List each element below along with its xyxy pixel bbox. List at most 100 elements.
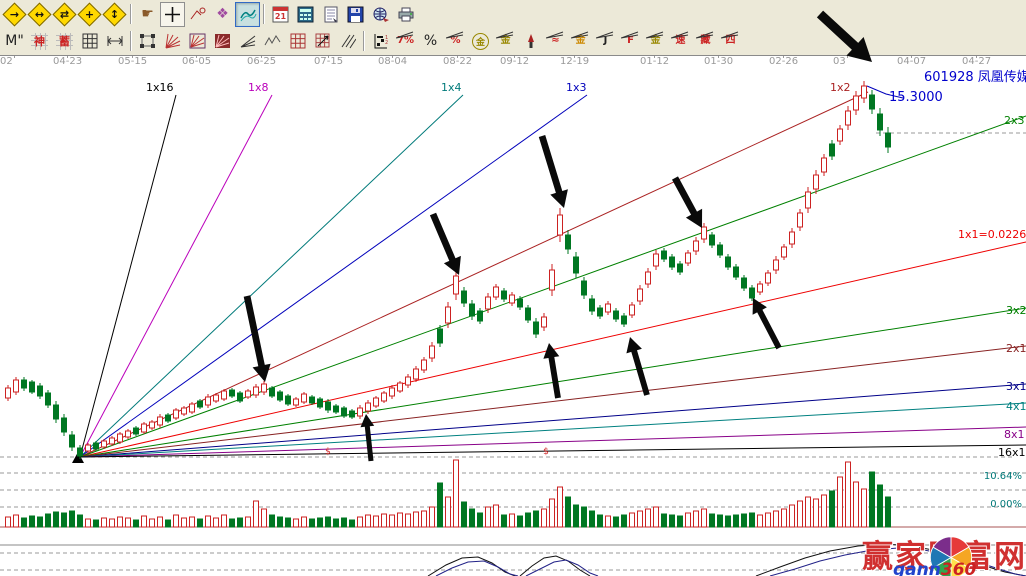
candlestick[interactable] — [414, 369, 419, 379]
volume-bar[interactable] — [310, 519, 315, 527]
volume-bar[interactable] — [222, 515, 227, 527]
candlestick[interactable] — [206, 397, 211, 405]
golden-circle-tool-icon[interactable]: 金 — [468, 29, 493, 54]
volume-bar[interactable] — [830, 491, 835, 527]
candlestick[interactable] — [334, 406, 339, 412]
candlestick[interactable] — [494, 287, 499, 297]
candlestick[interactable] — [390, 388, 395, 396]
volume-bar[interactable] — [854, 482, 859, 527]
volume-bar[interactable] — [790, 505, 795, 527]
volume-bar[interactable] — [182, 518, 187, 527]
volume-bar[interactable] — [718, 515, 723, 527]
candlestick[interactable] — [62, 418, 67, 432]
candlestick[interactable] — [70, 435, 75, 447]
volume-bar[interactable] — [526, 513, 531, 527]
percent-lines-tool-icon[interactable]: % — [443, 29, 468, 54]
f-line-tool-icon[interactable]: F — [618, 29, 643, 54]
volume-bar[interactable] — [614, 517, 619, 527]
candlestick[interactable] — [286, 396, 291, 404]
volume-bar[interactable] — [286, 518, 291, 527]
volume-bar[interactable] — [246, 517, 251, 527]
volume-bar[interactable] — [606, 516, 611, 527]
volume-bar[interactable] — [478, 513, 483, 527]
parallel-lines-tool-icon[interactable] — [335, 29, 360, 54]
candlestick[interactable] — [118, 434, 123, 442]
calculator-icon[interactable] — [293, 2, 318, 27]
candlestick[interactable] — [374, 398, 379, 406]
volume-bar[interactable] — [838, 477, 843, 527]
volume-bar[interactable] — [158, 517, 163, 527]
candlestick[interactable] — [446, 307, 451, 323]
candlestick[interactable] — [694, 241, 699, 251]
candlestick[interactable] — [886, 133, 891, 147]
candlestick[interactable] — [670, 257, 675, 267]
wave-percent-tool-icon[interactable]: ≈ — [543, 29, 568, 54]
candlestick[interactable] — [406, 377, 411, 385]
percent-z-tool-icon[interactable]: 7% — [393, 29, 418, 54]
volume-bar[interactable] — [822, 495, 827, 527]
candlestick[interactable] — [222, 391, 227, 399]
candlestick[interactable] — [174, 410, 179, 418]
gann-lines-tool-icon[interactable] — [235, 2, 260, 27]
candlestick[interactable] — [622, 316, 627, 324]
volume-bar[interactable] — [110, 519, 115, 527]
speed-lines-tool-icon[interactable] — [235, 29, 260, 54]
candlestick[interactable] — [526, 308, 531, 320]
candlestick[interactable] — [350, 411, 355, 417]
volume-bar[interactable] — [446, 497, 451, 527]
candlestick[interactable] — [502, 291, 507, 299]
candlestick[interactable] — [110, 438, 115, 444]
candlestick[interactable] — [838, 129, 843, 141]
candlestick[interactable] — [262, 384, 267, 392]
volume-bar[interactable] — [510, 514, 515, 527]
crosshair-tool-icon[interactable] — [160, 2, 185, 27]
volume-bar[interactable] — [486, 507, 491, 527]
volume-bar[interactable] — [678, 516, 683, 527]
volume-bar[interactable] — [406, 514, 411, 527]
volume-bar[interactable] — [670, 515, 675, 527]
volume-bar[interactable] — [622, 515, 627, 527]
volume-bar[interactable] — [782, 509, 787, 527]
candlestick[interactable] — [726, 257, 731, 267]
volume-bar[interactable] — [638, 511, 643, 527]
candlestick[interactable] — [102, 441, 107, 447]
volume-bar[interactable] — [502, 515, 507, 527]
gann-fan-line-4x1[interactable] — [80, 403, 1026, 457]
volume-bar[interactable] — [142, 516, 147, 527]
candlestick[interactable] — [774, 260, 779, 270]
volume-bar[interactable] — [750, 513, 755, 527]
nav-diamond-compress-icon[interactable]: ⇄ — [52, 2, 77, 27]
candlestick[interactable] — [710, 235, 715, 245]
candlestick[interactable] — [166, 415, 171, 421]
volume-bar[interactable] — [62, 513, 67, 527]
magic-number-tool-icon[interactable]: 神 — [27, 29, 52, 54]
candlestick[interactable] — [646, 272, 651, 284]
candlestick[interactable] — [662, 251, 667, 259]
candlestick[interactable] — [366, 403, 371, 411]
volume-bar[interactable] — [582, 507, 587, 527]
calendar-icon[interactable]: 21 — [268, 2, 293, 27]
volume-bar[interactable] — [590, 511, 595, 527]
speed-angle-tool-icon[interactable]: 速 — [668, 29, 693, 54]
volume-bar[interactable] — [238, 518, 243, 527]
candlestick[interactable] — [854, 96, 859, 110]
volume-bar[interactable] — [78, 515, 83, 527]
volume-bar[interactable] — [862, 489, 867, 527]
candlestick[interactable] — [590, 299, 595, 311]
candlestick[interactable] — [766, 273, 771, 283]
save-icon[interactable] — [343, 2, 368, 27]
cycle-m-tool-icon[interactable]: M" — [2, 29, 27, 54]
candlestick[interactable] — [718, 245, 723, 255]
candlestick[interactable] — [542, 317, 547, 327]
volume-bar[interactable] — [278, 517, 283, 527]
volume-bar[interactable] — [94, 520, 99, 527]
four-angle-tool-icon[interactable]: 四 — [718, 29, 743, 54]
web-mail-icon[interactable] — [368, 2, 393, 27]
volume-bar[interactable] — [846, 462, 851, 527]
candlestick[interactable] — [342, 408, 347, 416]
candlestick[interactable] — [606, 304, 611, 312]
candlestick[interactable] — [22, 380, 27, 388]
magic-box-tool-icon[interactable]: 蓄 — [52, 29, 77, 54]
volume-bar[interactable] — [38, 517, 43, 527]
volume-bar[interactable] — [646, 509, 651, 527]
